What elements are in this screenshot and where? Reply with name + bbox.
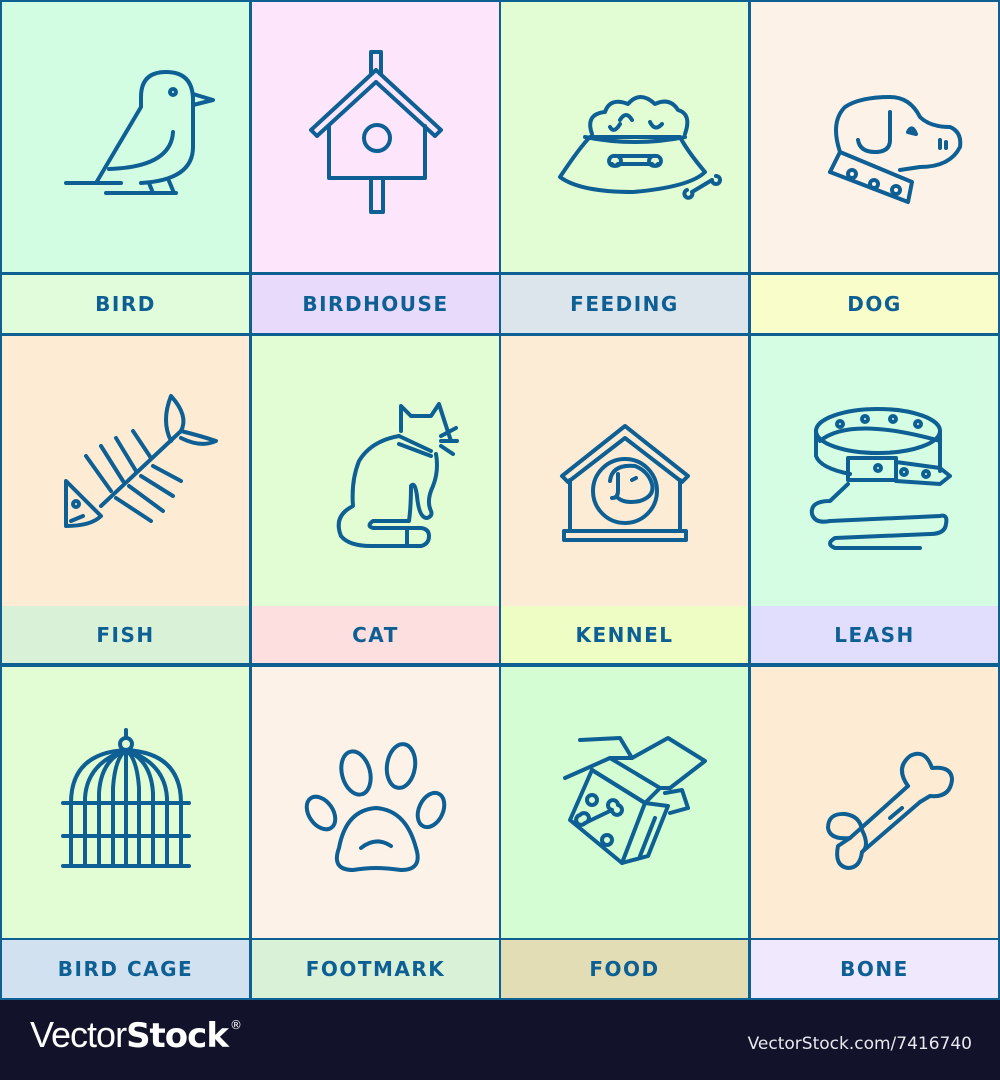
food-box-icon xyxy=(562,735,707,865)
cell-footmark: FOOTMARK xyxy=(252,667,499,998)
cell-label: BIRD xyxy=(2,275,249,333)
icon-panel xyxy=(751,336,998,606)
icon-panel xyxy=(2,2,249,272)
birdhouse-icon xyxy=(308,50,443,214)
icon-panel xyxy=(252,667,499,938)
cell-label: FOOD xyxy=(501,940,748,998)
fish-bone-icon xyxy=(63,394,218,528)
cell-label: BIRDHOUSE xyxy=(252,275,499,333)
paw-print-icon xyxy=(304,741,446,872)
cell-label: BIRD CAGE xyxy=(2,940,249,998)
dog-head-icon xyxy=(827,95,962,204)
kennel-icon xyxy=(559,424,690,542)
icon-panel xyxy=(751,667,998,938)
icon-panel xyxy=(2,667,249,938)
bird-cage-icon xyxy=(60,727,191,868)
cell-bird-cage: BIRD CAGE xyxy=(2,667,249,998)
icon-panel xyxy=(252,336,499,606)
cell-dog: DOG xyxy=(751,2,998,333)
cell-label: LEASH xyxy=(751,606,998,663)
icon-panel xyxy=(252,2,499,272)
cell-bone: BONE xyxy=(751,667,998,998)
icon-grid: BIRD BIRDHOUSE FEEDING DOG FISH CAT KENN… xyxy=(0,0,1000,1000)
icon-panel xyxy=(501,2,748,272)
cell-kennel: KENNEL xyxy=(501,336,748,664)
cell-feeding: FEEDING xyxy=(501,2,748,333)
cell-label: CAT xyxy=(252,606,499,663)
icon-panel xyxy=(2,336,249,606)
food-bowl-icon xyxy=(557,95,722,200)
icon-panel xyxy=(501,336,748,606)
bone-icon xyxy=(825,751,954,870)
image-reference: VectorStock.com/7416740 xyxy=(747,1034,972,1054)
watermark-footer: VectorStock ® VectorStock.com/7416740 xyxy=(0,1000,1000,1080)
cell-label: FISH xyxy=(2,606,249,663)
cat-icon xyxy=(336,402,459,548)
cell-label: FOOTMARK xyxy=(252,940,499,998)
cell-label: KENNEL xyxy=(501,606,748,663)
icon-panel xyxy=(501,667,748,938)
cell-food: FOOD xyxy=(501,667,748,998)
icon-panel xyxy=(751,2,998,272)
leash-icon xyxy=(809,407,952,550)
cell-label: FEEDING xyxy=(501,275,748,333)
bird-icon xyxy=(63,70,215,195)
cell-fish: FISH xyxy=(2,336,249,664)
cell-bird: BIRD xyxy=(2,2,249,333)
cell-leash: LEASH xyxy=(751,336,998,664)
vectorstock-logo: VectorStock ® xyxy=(30,1014,242,1056)
cell-birdhouse: BIRDHOUSE xyxy=(252,2,499,333)
cell-label: BONE xyxy=(751,940,998,998)
cell-cat: CAT xyxy=(252,336,499,664)
cell-label: DOG xyxy=(751,275,998,333)
